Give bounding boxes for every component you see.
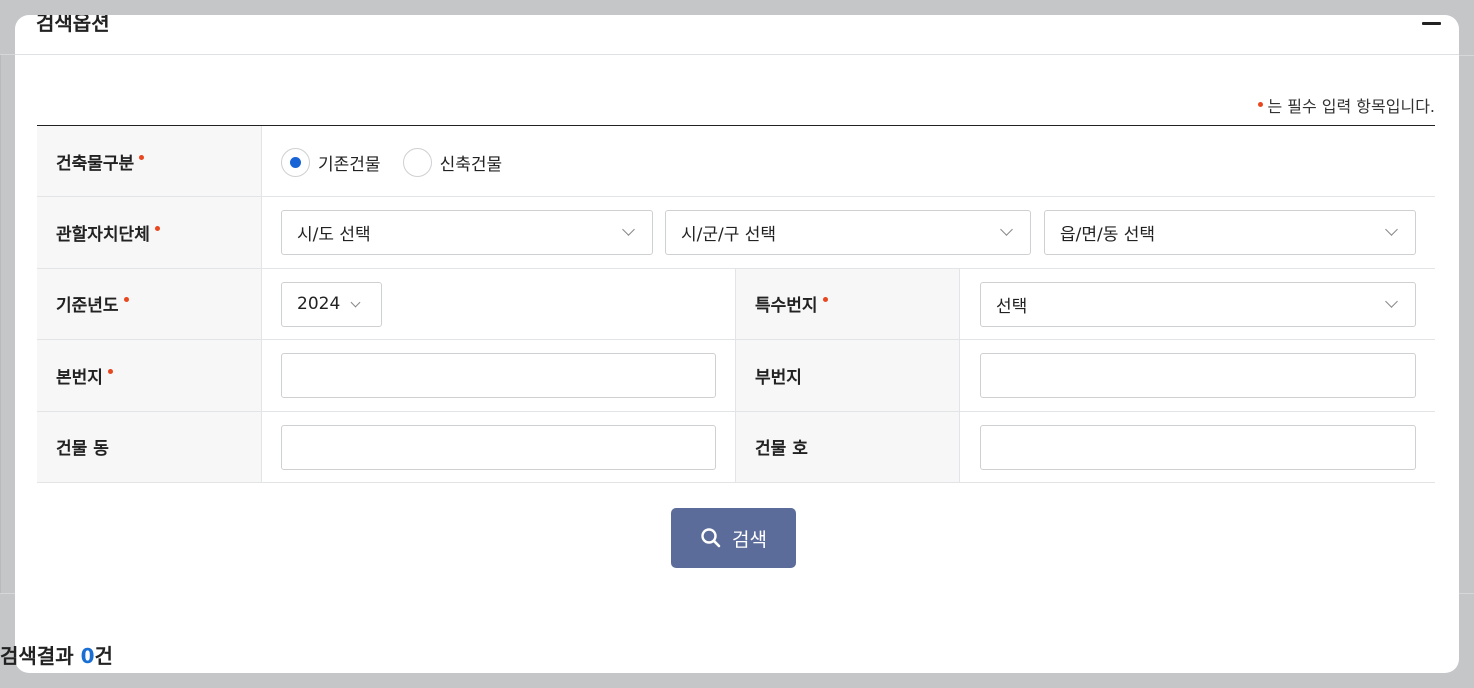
label-text: 건물 동 bbox=[56, 439, 109, 460]
chevron-down-icon bbox=[622, 223, 635, 237]
building-type-radio-group: 기존건물 신축건물 bbox=[281, 148, 502, 177]
building-dong-input[interactable] bbox=[281, 424, 716, 470]
result-suffix: 건 bbox=[94, 644, 113, 668]
label-sub-lot: 부번지 bbox=[735, 340, 960, 411]
radio-checked-icon[interactable] bbox=[281, 148, 310, 177]
required-note: 는 필수 입력 항목입니다. bbox=[1258, 93, 1435, 117]
outer-frame-line bbox=[0, 55, 1, 593]
minus-icon bbox=[1422, 22, 1441, 25]
required-dot-icon bbox=[123, 297, 129, 303]
label-text: 기준년도 bbox=[56, 296, 119, 317]
collapse-button[interactable] bbox=[1421, 18, 1443, 30]
label-special-lot: 특수번지 bbox=[735, 268, 960, 340]
required-dot-icon bbox=[154, 226, 160, 232]
label-building-ho: 건물 호 bbox=[735, 411, 960, 482]
label-text: 특수번지 bbox=[755, 296, 818, 317]
required-dot-icon bbox=[822, 297, 828, 303]
sido-select[interactable]: 시/도 선택 bbox=[281, 210, 653, 256]
label-text: 부번지 bbox=[755, 367, 802, 388]
outer-frame-line bbox=[0, 54, 15, 55]
label-jurisdiction: 관할자치단체 bbox=[37, 197, 262, 268]
radio-label: 신축건물 bbox=[439, 155, 503, 175]
eupmyeondong-select[interactable]: 읍/면/동 선택 bbox=[1044, 210, 1416, 256]
search-options-panel: 검색옵션 는 필수 입력 항목입니다. 건축물구분 기존건물 신축건물 관할자치… bbox=[15, 15, 1459, 673]
required-dot-icon bbox=[107, 368, 113, 374]
chevron-down-icon bbox=[1385, 294, 1398, 308]
required-dot-icon bbox=[139, 154, 145, 160]
panel-header: 검색옵션 bbox=[15, 15, 1459, 55]
select-value: 시/군/구 선택 bbox=[681, 225, 777, 246]
required-dot-icon bbox=[1258, 102, 1264, 107]
label-text: 본번지 bbox=[56, 367, 103, 388]
sub-lot-input[interactable] bbox=[980, 353, 1416, 399]
row-building-unit: 건물 동 건물 호 bbox=[37, 411, 1435, 483]
select-value: 읍/면/동 선택 bbox=[1060, 225, 1156, 246]
radio-unchecked-icon[interactable] bbox=[402, 148, 432, 177]
search-result-summary: 검색결과 0건 bbox=[0, 640, 113, 669]
building-ho-input[interactable] bbox=[980, 424, 1416, 470]
radio-new-building[interactable]: 신축건물 bbox=[402, 148, 503, 177]
base-year-select[interactable]: 2024 bbox=[281, 281, 382, 327]
outer-frame-line bbox=[1459, 55, 1474, 56]
label-text: 건물 호 bbox=[755, 439, 808, 460]
search-button-label: 검색 bbox=[732, 528, 767, 551]
label-building-dong: 건물 동 bbox=[37, 411, 262, 482]
chevron-down-icon bbox=[1385, 223, 1398, 237]
label-text: 건축물구분 bbox=[56, 153, 135, 174]
select-value: 2024 bbox=[297, 294, 341, 315]
label-main-lot: 본번지 bbox=[37, 340, 262, 411]
radio-label: 기존건물 bbox=[318, 155, 381, 175]
required-note-text: 는 필수 입력 항목입니다. bbox=[1267, 97, 1435, 116]
search-button[interactable]: 검색 bbox=[671, 508, 796, 568]
chevron-down-icon bbox=[1000, 223, 1013, 237]
sigungu-select[interactable]: 시/군/구 선택 bbox=[665, 210, 1031, 256]
main-lot-input[interactable] bbox=[281, 353, 716, 399]
result-prefix: 검색결과 bbox=[0, 644, 81, 668]
row-building-type: 건축물구분 기존건물 신축건물 bbox=[37, 126, 1435, 198]
radio-existing-building[interactable]: 기존건물 bbox=[281, 148, 381, 177]
select-value: 선택 bbox=[996, 296, 1028, 317]
label-building-type: 건축물구분 bbox=[37, 126, 262, 197]
search-form: 건축물구분 기존건물 신축건물 관할자치단체 시/도 선택 시/군/구 선택 읍… bbox=[37, 125, 1435, 483]
result-count: 0 bbox=[80, 644, 95, 668]
panel-title: 검색옵션 bbox=[36, 15, 110, 35]
row-base-year: 기준년도 2024 특수번지 선택 bbox=[37, 268, 1435, 341]
label-base-year: 기준년도 bbox=[37, 268, 262, 340]
special-lot-select[interactable]: 선택 bbox=[980, 281, 1416, 327]
label-text: 관할자치단체 bbox=[56, 225, 150, 246]
row-jurisdiction: 관할자치단체 시/도 선택 시/군/구 선택 읍/면/동 선택 bbox=[37, 197, 1435, 269]
search-icon bbox=[701, 528, 721, 548]
row-lot-number: 본번지 부번지 bbox=[37, 340, 1435, 412]
chevron-down-icon bbox=[350, 297, 361, 308]
select-value: 시/도 선택 bbox=[297, 225, 371, 246]
